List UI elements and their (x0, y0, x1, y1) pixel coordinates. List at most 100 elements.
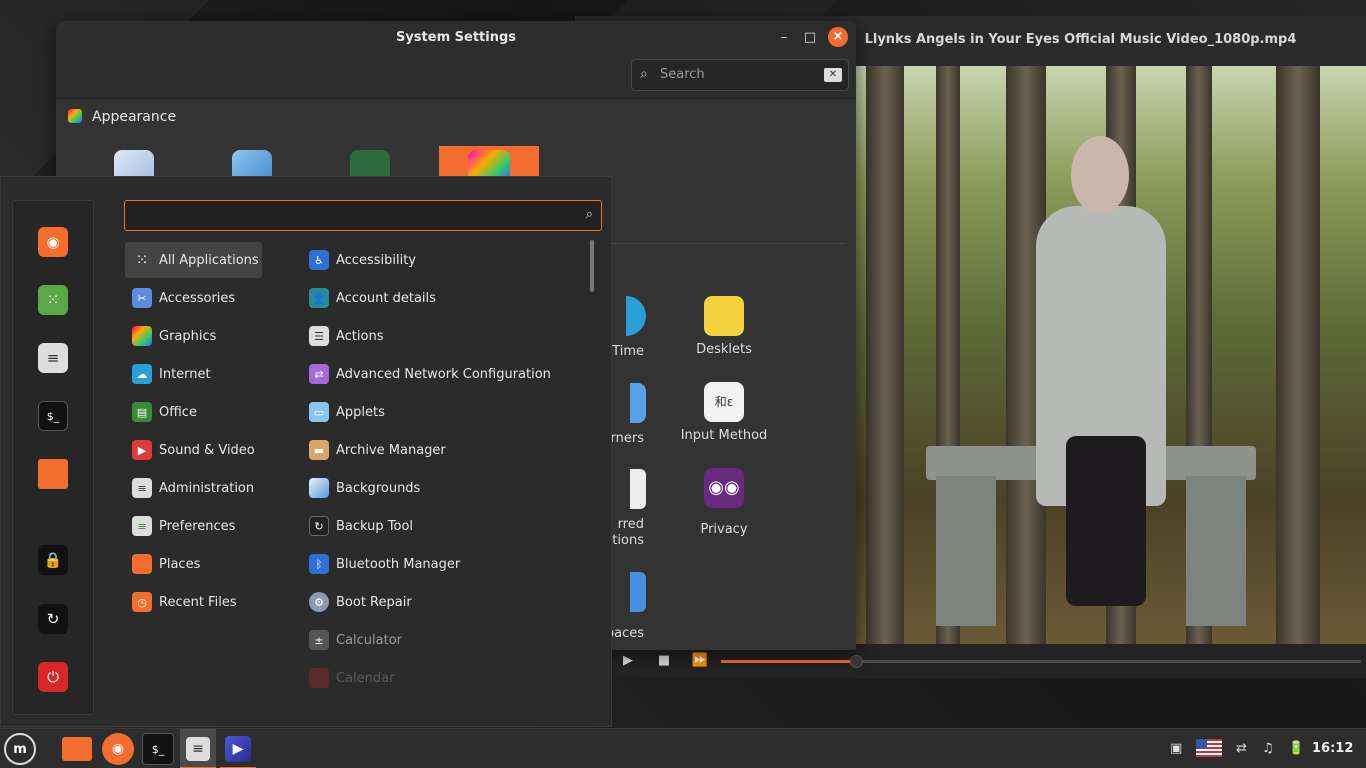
list-icon: ☰ (309, 326, 329, 346)
input-method-icon: 和ε (704, 382, 744, 422)
folder-icon[interactable] (38, 459, 68, 489)
category-all-applications[interactable]: ⁙ All Applications (125, 242, 262, 278)
tree-trunk (866, 66, 904, 644)
app-advanced-network-configuration[interactable]: ⇄ Advanced Network Configuration (309, 356, 579, 392)
progress-bar[interactable] (721, 655, 1361, 668)
tile-label: Desklets (696, 342, 752, 357)
app-backup-tool[interactable]: ↻ Backup Tool (309, 508, 579, 544)
app-label: Archive Manager (336, 442, 446, 458)
category-label: Internet (159, 366, 211, 382)
settings-tile-privacy[interactable]: ◉◉ Privacy (674, 468, 774, 537)
menu-search-input[interactable]: ⌕ (124, 200, 602, 231)
lock-icon[interactable]: 🔒 (38, 545, 68, 575)
recent-folder-icon: ◷ (132, 592, 152, 612)
switches-icon: ≡ (132, 516, 152, 536)
bluetooth-icon: ᛒ (309, 554, 329, 574)
power-icon[interactable]: ⏻ (38, 662, 68, 692)
video-frame[interactable] (856, 66, 1366, 644)
category-office[interactable]: ▤ Office (125, 394, 262, 430)
category-label: Places (159, 556, 201, 572)
accessibility-icon: ♿ (309, 250, 329, 270)
app-account-details[interactable]: 👤 Account details (309, 280, 579, 316)
sound-icon[interactable]: ♫ (1262, 741, 1274, 756)
divider (596, 243, 846, 244)
app-boot-repair[interactable]: ⚙ Boot Repair (309, 584, 579, 620)
app-calculator[interactable]: ± Calculator (309, 622, 579, 658)
settings-tile-input-method[interactable]: 和ε Input Method (674, 382, 774, 443)
clock[interactable]: 16:12 (1312, 741, 1353, 756)
app-backgrounds[interactable]: Backgrounds (309, 470, 579, 506)
category-label: All Applications (159, 252, 259, 268)
category-internet[interactable]: ☁ Internet (125, 356, 262, 392)
category-label: Sound & Video (159, 442, 255, 458)
software-manager-icon[interactable]: ⁙ (38, 285, 68, 315)
app-label: Bluetooth Manager (336, 556, 461, 572)
category-label: Graphics (159, 328, 217, 344)
app-actions[interactable]: ☰ Actions (309, 318, 579, 354)
close-button[interactable]: × (828, 27, 848, 47)
us-flag-icon[interactable] (1196, 739, 1222, 757)
calendar-icon (309, 668, 329, 688)
battery-icon[interactable]: 🔋 (1288, 741, 1304, 756)
app-applets[interactable]: ▭ Applets (309, 394, 579, 430)
play-icon[interactable]: ▶ (619, 652, 637, 670)
category-label: Accessories (159, 290, 236, 306)
app-accessibility[interactable]: ♿ Accessibility (309, 242, 579, 278)
firefox-icon[interactable]: ◉ (102, 733, 134, 765)
network-icon: ⇄ (309, 364, 329, 384)
app-calendar[interactable]: Calendar (309, 660, 579, 696)
video-player-taskbar-button[interactable]: ▶ (220, 729, 256, 768)
app-label: Actions (336, 328, 384, 344)
category-recent-files[interactable]: ◷ Recent Files (125, 584, 262, 620)
terminal-icon[interactable]: $_ (38, 401, 68, 431)
bench-leg (936, 476, 996, 626)
fast-forward-icon[interactable]: ⏩ (691, 652, 709, 670)
maximize-button[interactable]: □ (801, 29, 819, 47)
minimize-button[interactable]: – (775, 29, 793, 47)
hot-corners-icon (630, 383, 646, 423)
app-label: Account details (336, 290, 436, 306)
flag-canton (1196, 739, 1207, 749)
notes-icon[interactable]: ▣ (1170, 741, 1182, 756)
themes-tile-selected[interactable] (439, 146, 539, 180)
category-accessories[interactable]: ✂ Accessories (125, 280, 262, 316)
app-bluetooth-manager[interactable]: ᛒ Bluetooth Manager (309, 546, 579, 582)
network-icon[interactable]: ⇄ (1236, 741, 1247, 756)
category-graphics[interactable]: Graphics (125, 318, 262, 354)
progress-fill (721, 660, 852, 663)
settings-taskbar-button[interactable]: ≡ (180, 729, 216, 768)
search-input[interactable]: Search (660, 67, 705, 82)
logout-icon[interactable]: ↻ (38, 604, 68, 634)
category-label: Preferences (159, 518, 236, 534)
app-label: Advanced Network Configuration (336, 366, 551, 382)
category-administration[interactable]: ≡ Administration (125, 470, 262, 506)
calculator-icon: ± (309, 630, 329, 650)
category-preferences[interactable]: ≡ Preferences (125, 508, 262, 544)
terminal-icon[interactable]: $_ (142, 733, 174, 765)
files-icon[interactable] (62, 737, 92, 761)
cloud-icon: ☁ (132, 364, 152, 384)
scissors-icon: ✂ (132, 288, 152, 308)
firefox-icon[interactable]: ◉ (38, 227, 68, 257)
stop-icon[interactable]: ■ (655, 652, 673, 670)
settings-toggles-icon[interactable]: ≡ (38, 343, 68, 373)
category-sound-video[interactable]: ▶ Sound & Video (125, 432, 262, 468)
settings-tile-desklets[interactable]: Desklets (674, 296, 774, 357)
app-label: Boot Repair (336, 594, 412, 610)
app-label: Calendar (336, 670, 395, 686)
clear-icon[interactable]: ✕ (824, 68, 842, 82)
play-icon: ▶ (132, 440, 152, 460)
progress-handle[interactable] (849, 655, 863, 668)
mint-menu-icon[interactable]: m (4, 733, 36, 765)
category-places[interactable]: Places (125, 546, 262, 582)
appearance-icon (68, 109, 82, 123)
app-archive-manager[interactable]: ▬ Archive Manager (309, 432, 579, 468)
bench-leg (1186, 476, 1246, 626)
search-icon: ⌕ (585, 207, 593, 222)
backup-icon: ↻ (309, 516, 329, 536)
settings-search-field[interactable]: ⌕ Search ✕ (631, 59, 849, 91)
menu-scrollbar[interactable] (590, 240, 594, 292)
category-label: Recent Files (159, 594, 237, 610)
category-label: Office (159, 404, 197, 420)
celluloid-icon: ▶ (225, 736, 251, 762)
